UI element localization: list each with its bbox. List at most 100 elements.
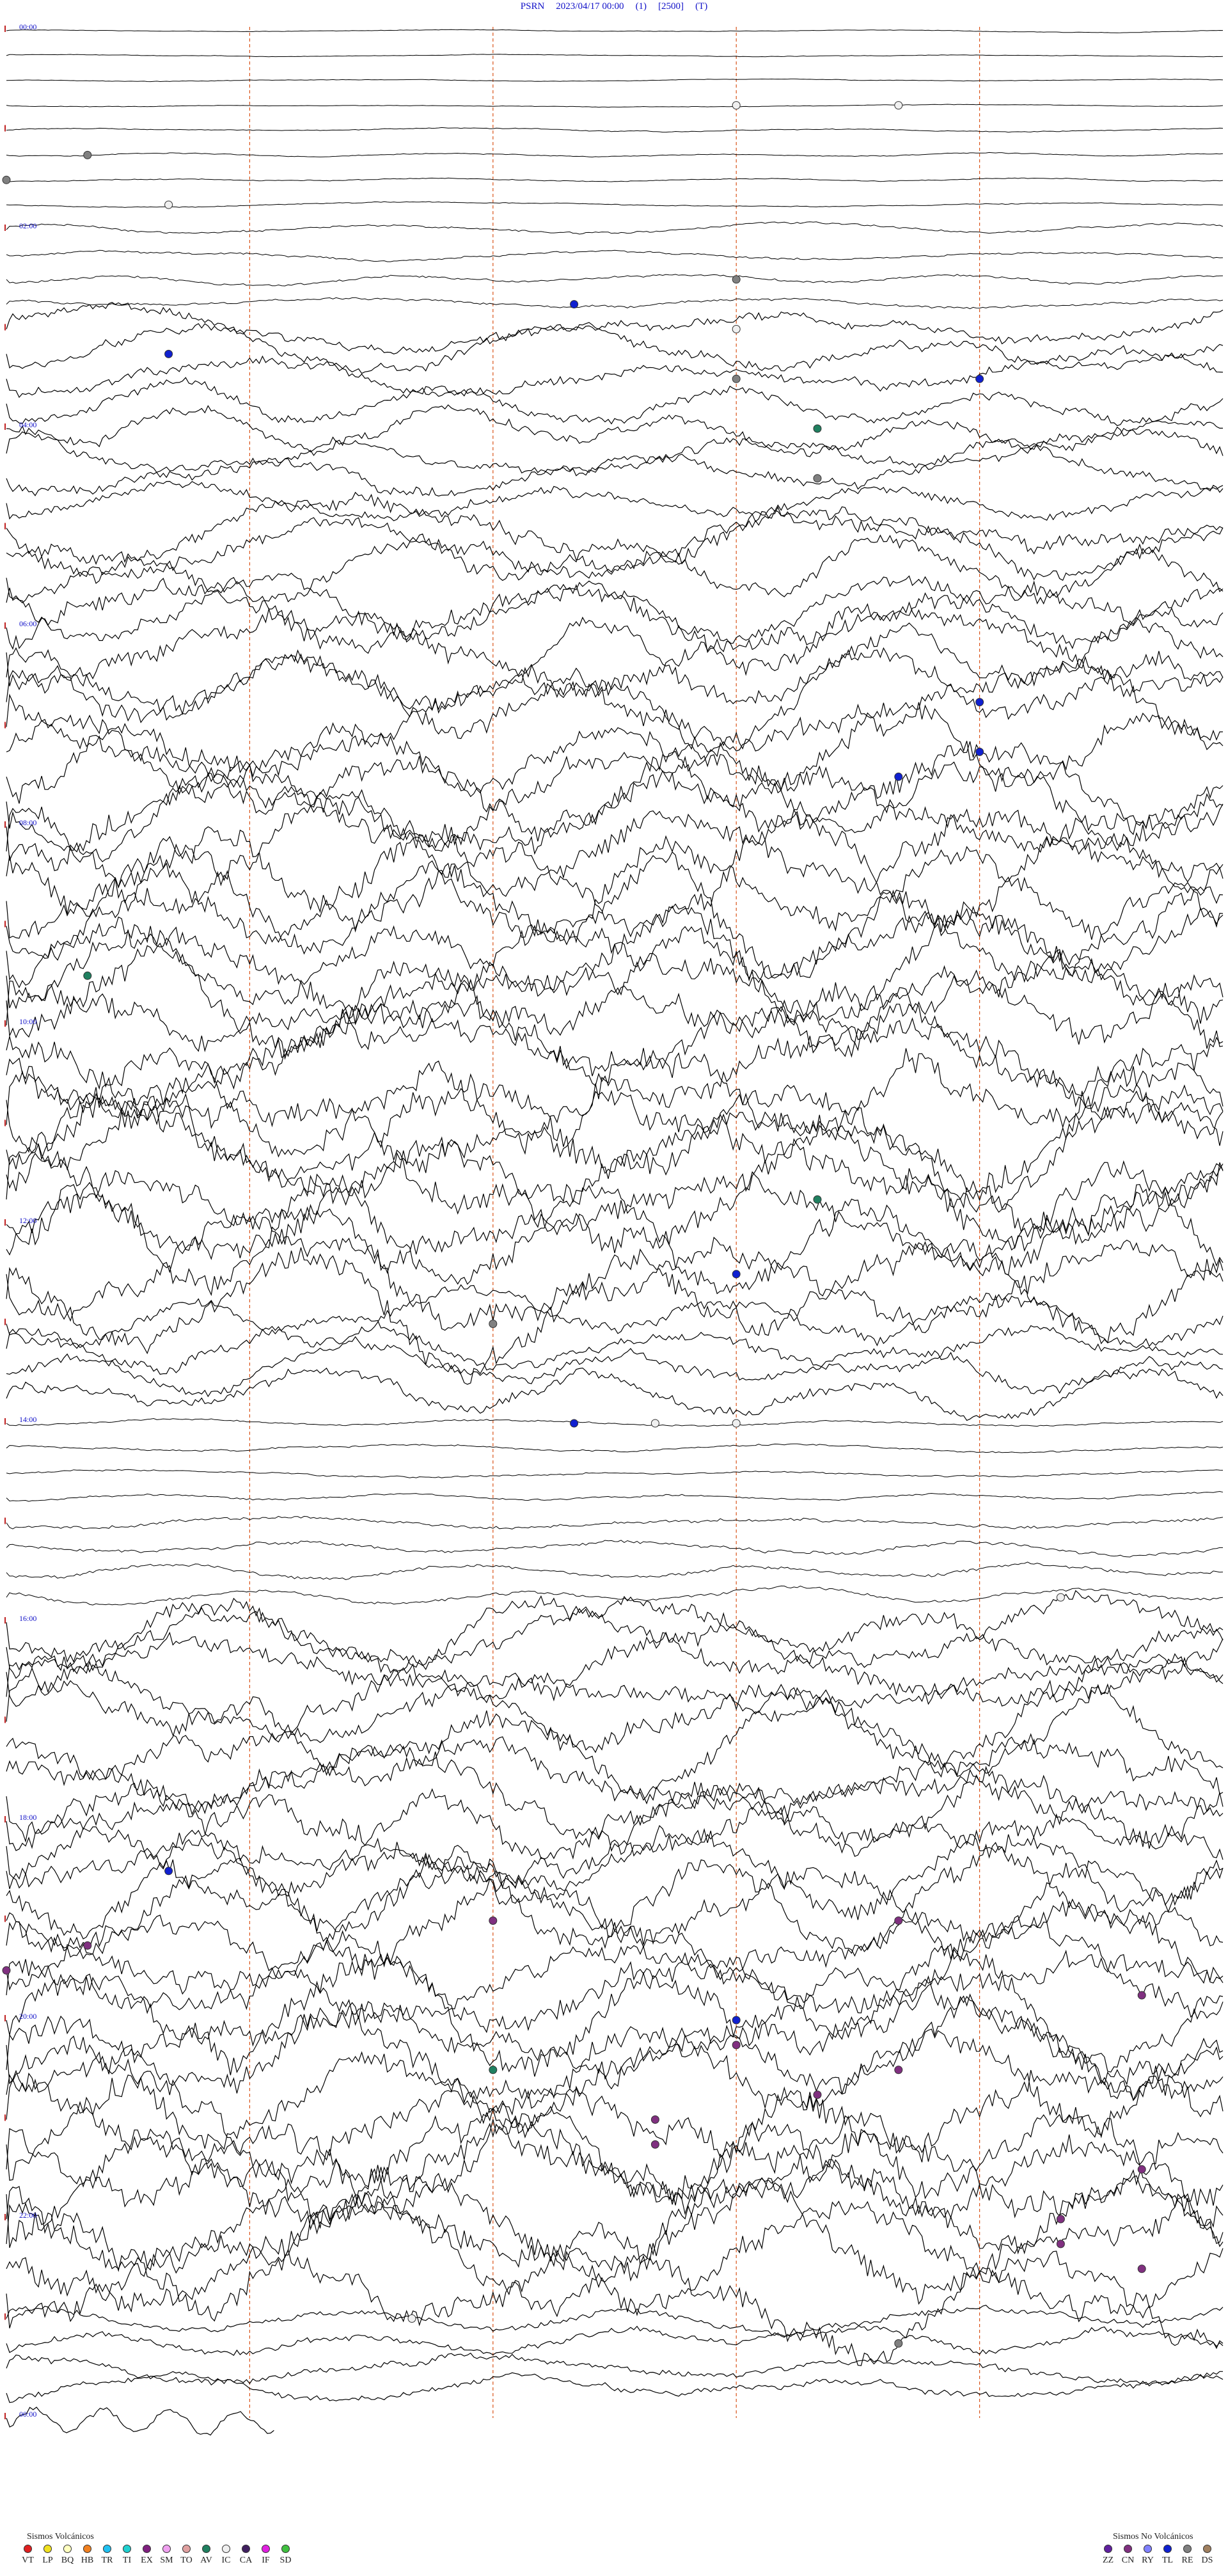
legend-code: DS [1201,2556,1213,2565]
hour-label: 08:00 [19,818,36,827]
trace-line [6,480,1224,521]
legend-item-tl: TL [1158,2545,1177,2566]
legend-dot [1144,2545,1152,2553]
event-marker-tl [164,1867,173,1876]
trace-line [6,2352,1223,2387]
event-marker-ic [164,200,173,209]
trace-line [6,1585,1224,1606]
legend-code: EX [141,2556,153,2565]
trace-line [6,404,1223,457]
trace-line [6,578,1224,676]
trace-line [6,2026,1224,2150]
trace-line [6,1367,1224,1421]
trace-line [6,1073,1224,1209]
event-marker-ic [732,325,741,333]
event-marker-cn [894,2066,903,2074]
event-marker-re [894,2339,903,2348]
trace-line [6,506,1224,584]
scale: [2500] [658,1,684,12]
trace-line [6,901,1224,1023]
trace-line [6,438,1224,497]
trace-line [6,2371,1224,2403]
trace-line [6,1443,1224,1453]
legend-item-re: RE [1177,2545,1197,2566]
trace-line [6,2159,1224,2274]
seismic-traces [6,29,1224,2436]
trace-line [6,1993,1224,2138]
legend-item-zz: ZZ [1098,2545,1118,2566]
legend-code: IF [262,2556,270,2565]
trace-line [6,1540,1223,1558]
trace-line [6,647,1224,752]
event-marker-tl [732,1270,741,1279]
trace-line [6,377,1224,427]
trace-line [6,302,1224,354]
trace-line [6,1745,1224,1860]
event-marker-cn [489,1916,498,1925]
hour-label: 20:00 [19,2012,36,2021]
event-marker-ic [732,101,741,110]
hour-label: 16:00 [19,1614,36,1623]
legend-item-if: IF [256,2545,276,2566]
helicorder-plot: 00:00 02:00 04:00 06:00 08:00 10:00 12:00 14:00… [2,22,1224,2436]
trace-line [6,221,1224,235]
legend-dot [1183,2545,1192,2553]
event-marker-tl [732,2016,741,2025]
hour-label: 04:00 [19,420,36,429]
legend-dot [123,2545,131,2553]
legend-dot [182,2545,191,2553]
legend-item-tr: TR [97,2545,117,2566]
trace-line [6,573,1224,649]
trace-line [6,127,1224,133]
legend-code: LP [42,2556,53,2565]
trace-line [6,152,1224,158]
event-marker-cn [650,2140,659,2149]
event-marker-cn [2,1966,11,1975]
legend-code: SD [279,2556,292,2565]
trace-line [6,2322,1224,2356]
trace-line [6,1656,1224,1778]
legend-code: CN [1121,2556,1135,2565]
legend-item-ca: CA [236,2545,256,2566]
event-marker-re [732,374,741,383]
legend-dot [1124,2545,1132,2553]
event-marker-re [83,150,92,159]
trace-line [6,534,1224,614]
trace-line [6,1595,1224,1686]
legend-dot [63,2545,72,2553]
trace-line [6,1515,1224,1529]
flag: (T) [695,1,708,12]
event-marker-av [813,424,822,433]
hour-label: 06:00 [19,619,36,628]
trace-line [6,1858,1224,1971]
legend-item-ex: EX [137,2545,157,2566]
event-marker-cn [1056,2240,1065,2248]
trace-line [6,29,1224,33]
trace-line [6,297,1224,310]
hour-label: 00:00 [19,2410,36,2419]
legend-item-ds: DS [1197,2545,1217,2566]
event-marker-cn [1137,1991,1146,2000]
legend-dot [24,2545,32,2553]
legend-code: SM [160,2556,173,2565]
trace-line [6,2175,1224,2322]
legend-code: TR [101,2556,113,2565]
legend-item-bq: BQ [58,2545,77,2566]
event-marker-av [813,1195,822,1204]
legend-code: TI [122,2556,132,2565]
trace-line [6,1490,1224,1502]
event-marker-tl [570,1419,579,1428]
legend-item-ry: RY [1138,2545,1158,2566]
trace-line [6,658,1224,778]
hour-label: 22:00 [19,2211,36,2220]
trace-line [6,2222,1224,2366]
legend-dot [222,2545,230,2553]
trace-line [6,2406,274,2436]
trace-line [6,1837,1224,1957]
legend-item-sm: SM [157,2545,177,2566]
trace-line [6,1284,1224,1348]
legend-item-lp: LP [38,2545,58,2566]
legend-item-cn: CN [1118,2545,1138,2566]
trace-line [6,1766,1224,1879]
hour-label: 12:00 [19,1216,36,1225]
